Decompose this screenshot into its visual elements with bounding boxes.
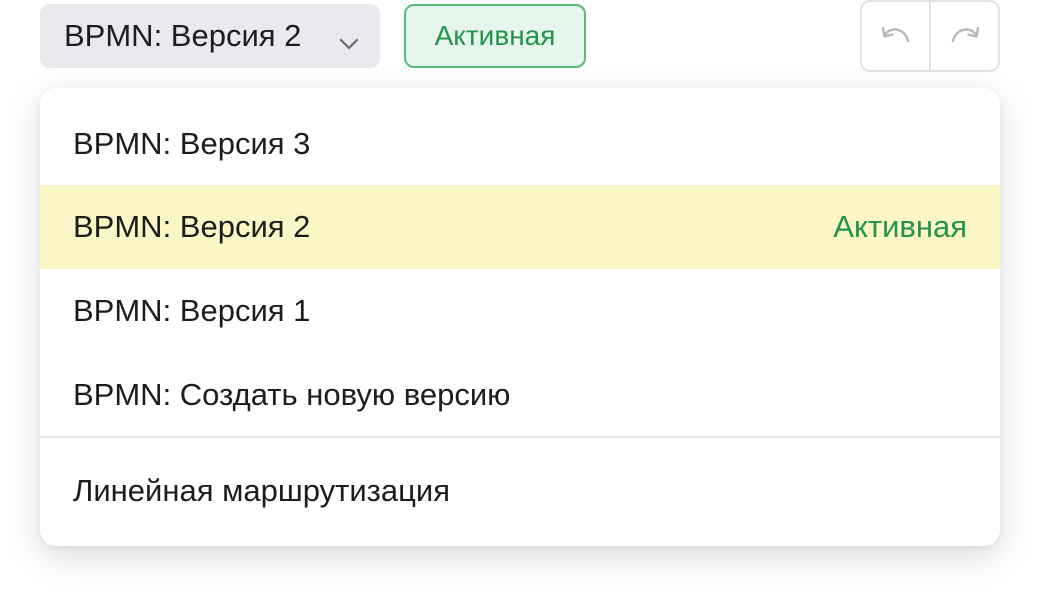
version-dropdown-menu: BPMN: Версия 3 BPMN: Версия 2 Активная B… — [40, 88, 1000, 546]
version-select-value: BPMN: Версия 2 — [64, 18, 302, 53]
menu-item-linear-routing[interactable]: Линейная маршрутизация — [40, 449, 1000, 533]
redo-button[interactable] — [929, 2, 998, 70]
version-select[interactable]: BPMN: Версия 2 — [40, 4, 380, 68]
active-badge: Активная — [833, 209, 967, 244]
menu-item-label: BPMN: Версия 3 — [73, 126, 311, 161]
menu-item-version-3[interactable]: BPMN: Версия 3 — [40, 102, 1000, 186]
status-badge-label: Активная — [434, 20, 556, 51]
menu-item-label: BPMN: Создать новую версию — [73, 377, 511, 412]
undo-button[interactable] — [862, 2, 929, 70]
menu-item-create-new-version[interactable]: BPMN: Создать новую версию — [40, 353, 1000, 437]
redo-icon — [948, 21, 982, 52]
menu-item-label: Линейная маршрутизация — [73, 473, 450, 508]
menu-divider — [40, 436, 1000, 438]
history-button-group — [860, 0, 1000, 72]
status-badge: Активная — [404, 4, 586, 68]
menu-item-version-2[interactable]: BPMN: Версия 2 Активная — [40, 185, 1000, 269]
menu-item-label: BPMN: Версия 2 — [73, 209, 311, 244]
chevron-down-icon — [338, 26, 360, 50]
menu-item-version-1[interactable]: BPMN: Версия 1 — [40, 269, 1000, 353]
toolbar: BPMN: Версия 2 Активная — [0, 0, 1040, 80]
undo-icon — [879, 21, 913, 52]
menu-item-label: BPMN: Версия 1 — [73, 293, 311, 328]
